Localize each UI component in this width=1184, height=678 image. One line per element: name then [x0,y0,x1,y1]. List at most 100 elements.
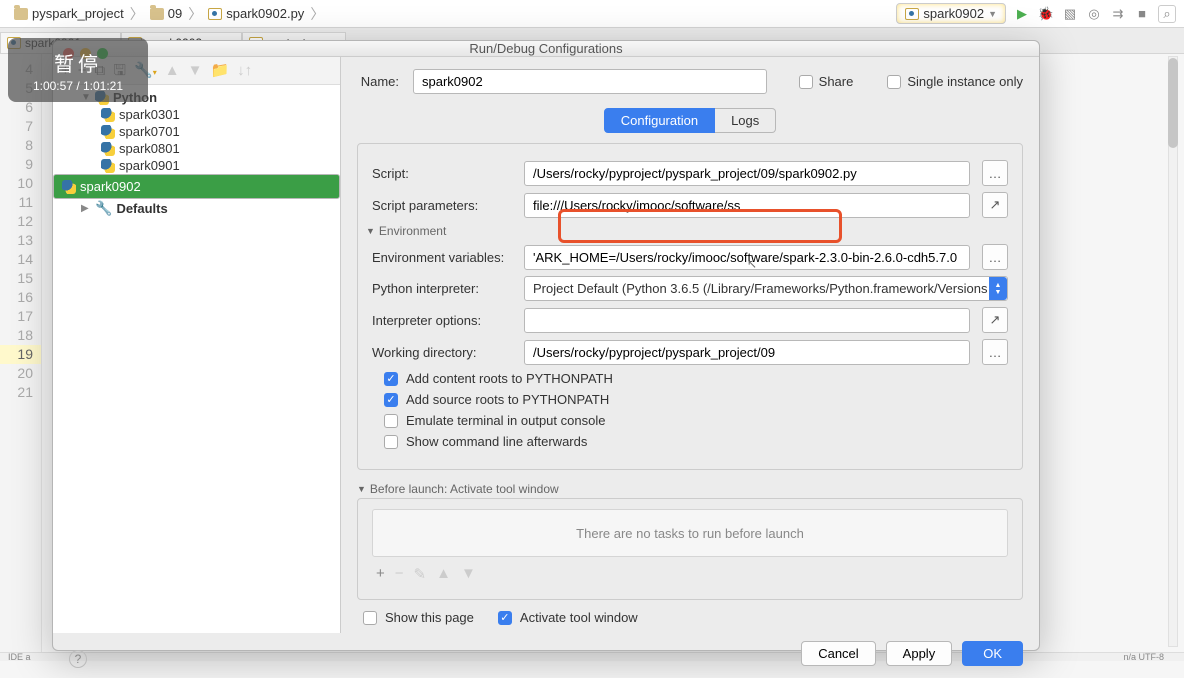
config-section: Script: … Script parameters: ↗ ▼Environm… [357,143,1023,470]
breadcrumb-root-label: pyspark_project [32,6,124,21]
interpreter-label: Python interpreter: [372,281,512,296]
tree-label: Defaults [116,201,167,216]
scrollbar-thumb[interactable] [1168,58,1178,148]
breadcrumb-file[interactable]: spark0902.py [202,6,310,21]
tree-label: spark0701 [119,124,180,139]
run-icon[interactable]: ▶ [1014,6,1030,22]
interpopt-input[interactable] [524,308,970,333]
pause-time: 1:00:57 / 1:01:21 [33,79,123,93]
checkbox-icon[interactable]: ✓ [384,372,398,386]
help-icon[interactable]: ? [69,650,87,668]
tree-item[interactable]: spark0301 [53,106,340,123]
before-launch-placeholder: There are no tasks to run before launch [372,509,1008,557]
config-tree-pane: + − ⧉ 🖫 🔧▾ ▲ ▼ 📁 ↓↑ ▼Python spark0301 sp… [53,57,341,633]
environment-label: Environment [379,224,446,238]
add-content-roots-checkbox[interactable]: ✓Add content roots to PYTHONPATH [384,371,1008,386]
checkbox-label: Show this page [385,610,474,625]
checkbox-icon[interactable]: ✓ [498,611,512,625]
checkbox-label: Add source roots to PYTHONPATH [406,392,609,407]
tab-logs[interactable]: Logs [715,108,776,133]
browse-button[interactable]: … [982,339,1008,365]
run-debug-config-dialog: Run/Debug Configurations + − ⧉ 🖫 🔧▾ ▲ ▼ … [52,40,1040,651]
interpreter-select[interactable]: Project Default (Python 3.6.5 (/Library/… [524,276,1008,301]
name-input[interactable] [413,69,767,94]
workingdir-input[interactable] [524,340,970,365]
tree-item[interactable]: spark0701 [53,123,340,140]
checkbox-icon[interactable] [799,75,813,89]
tab-configuration[interactable]: Configuration [604,108,715,133]
cancel-button[interactable]: Cancel [801,641,875,666]
python-icon [101,142,115,156]
before-launch-section: There are no tasks to run before launch … [357,498,1023,600]
checkbox-icon[interactable] [384,414,398,428]
folder-icon [150,8,164,20]
before-launch-header[interactable]: ▼Before launch: Activate tool window [357,482,1023,496]
script-label: Script: [372,166,512,181]
chevron-right-icon: 〉 [130,4,144,24]
checkbox-icon[interactable] [363,611,377,625]
breadcrumb-file-label: spark0902.py [226,6,304,21]
activate-tool-window-checkbox[interactable]: ✓ Activate tool window [498,610,638,625]
dialog-footer: ? Cancel Apply OK [53,633,1039,678]
tree-item[interactable]: spark0901 [53,157,340,174]
up-icon[interactable]: ▲ [165,63,180,78]
script-input[interactable] [524,161,970,186]
breadcrumb-folder-label: 09 [168,6,182,21]
show-this-page-checkbox[interactable]: Show this page [363,610,474,625]
tab-bar: Configuration Logs [357,108,1023,133]
add-icon[interactable]: + [376,565,385,583]
python-file-icon [905,8,919,20]
profile-icon[interactable]: ◎ [1086,6,1102,22]
breadcrumb-root[interactable]: pyspark_project [8,6,130,21]
sort-icon[interactable]: ↓↑ [237,63,252,78]
config-form: Name: Share Single instance only Configu… [341,57,1039,633]
dialog-title: Run/Debug Configurations [469,41,622,56]
share-checkbox[interactable]: Share [799,74,854,89]
edit-icon[interactable]: ✎ [414,565,427,583]
config-tree[interactable]: ▼Python spark0301 spark0701 spark0801 sp… [53,85,340,633]
expand-button[interactable]: ↗ [982,307,1008,333]
chevron-down-icon: ▼ [988,9,997,19]
down-icon[interactable]: ▼ [188,63,203,78]
python-icon [62,180,76,194]
search-icon[interactable]: ⌕ [1158,5,1176,23]
environment-header[interactable]: ▼Environment [366,224,1008,238]
gutter: 456789101112131415161718192021 [0,54,42,652]
coverage-icon[interactable]: ▧ [1062,6,1078,22]
video-pause-overlay: 暂停 1:00:57 / 1:01:21 [8,38,148,102]
remove-icon[interactable]: − [395,565,404,583]
checkbox-icon[interactable] [384,435,398,449]
tree-item[interactable]: spark0801 [53,140,340,157]
checkbox-icon[interactable] [887,75,901,89]
browse-button[interactable]: … [982,244,1008,270]
params-input[interactable] [524,193,970,218]
params-label: Script parameters: [372,198,512,213]
checkbox-label: Activate tool window [520,610,638,625]
chevron-right-icon: 〉 [310,4,324,24]
ok-button[interactable]: OK [962,641,1023,666]
up-icon[interactable]: ▲ [436,565,451,583]
browse-button[interactable]: … [982,160,1008,186]
show-cmdline-checkbox[interactable]: Show command line afterwards [384,434,1008,449]
share-label: Share [819,74,854,89]
folder-icon[interactable]: 📁 [210,63,229,78]
breadcrumb-folder[interactable]: 09 [144,6,188,21]
stop-icon[interactable]: ■ [1134,6,1150,22]
add-source-roots-checkbox[interactable]: ✓ Add source roots to PYTHONPATH [384,392,1008,407]
tree-item-selected[interactable]: spark0902 [53,174,340,199]
apply-button[interactable]: Apply [886,641,953,666]
down-icon[interactable]: ▼ [461,565,476,583]
concurrency-icon[interactable]: ⇉ [1110,6,1126,22]
expand-button[interactable]: ↗ [982,192,1008,218]
tree-node-defaults[interactable]: ▶🔧Defaults [53,199,340,218]
run-config-dropdown[interactable]: spark0902▼ [896,3,1006,24]
debug-icon[interactable]: 🐞 [1038,6,1054,22]
chevron-right-icon: 〉 [188,4,202,24]
checkbox-icon[interactable]: ✓ [384,393,398,407]
name-label: Name: [357,74,399,89]
folder-icon [14,8,28,20]
python-file-icon [208,8,222,20]
single-instance-checkbox[interactable]: Single instance only [887,74,1023,89]
workingdir-label: Working directory: [372,345,512,360]
emulate-terminal-checkbox[interactable]: Emulate terminal in output console [384,413,1008,428]
